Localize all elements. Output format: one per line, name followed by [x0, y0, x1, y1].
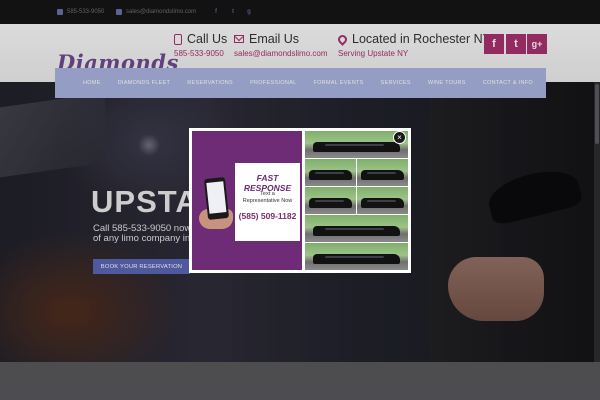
promo-popup[interactable]: FAST RESPONSE Text a Representative Now …: [189, 128, 411, 273]
limo-photo: [305, 159, 356, 186]
popup-text-panel: FAST RESPONSE Text a Representative Now …: [192, 131, 302, 270]
limo-photo-grid: [305, 131, 408, 270]
limo-photo: [305, 215, 408, 242]
limo-photo: [305, 187, 356, 214]
popup-text-line-1: Text a: [260, 191, 275, 197]
popup-phone[interactable]: (585) 509-1182: [235, 211, 300, 221]
smartphone-icon: [203, 177, 230, 220]
popup-message-card: FAST RESPONSE Text a Representative Now …: [235, 163, 300, 241]
popup-text-line-2: Representative Now: [242, 198, 293, 204]
limo-photo: [357, 159, 408, 186]
popup-text: Text a Representative Now: [235, 191, 300, 205]
popup-headline: FAST RESPONSE: [243, 173, 292, 193]
close-icon[interactable]: ×: [393, 131, 406, 144]
limo-photo: [357, 187, 408, 214]
limo-photo: [305, 243, 408, 270]
